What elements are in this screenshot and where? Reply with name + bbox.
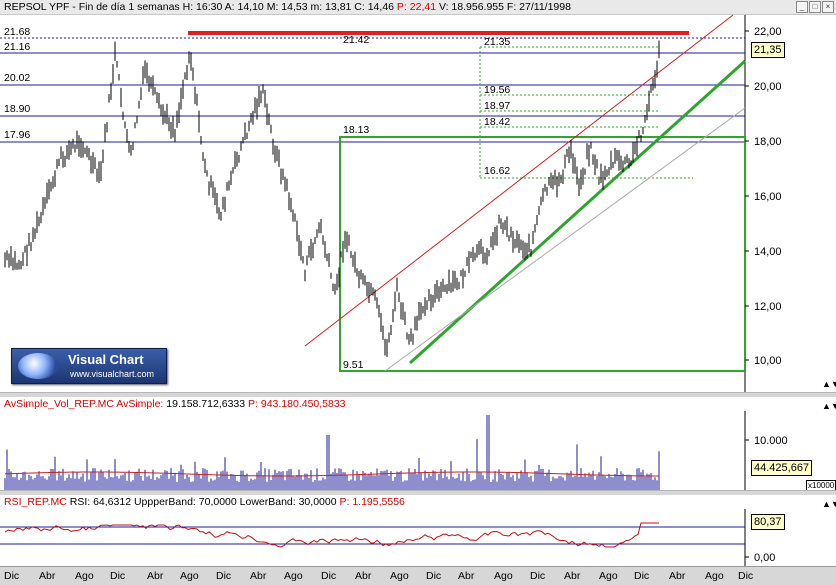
x-tick: Abr bbox=[147, 570, 164, 582]
annotation-21-35: 21.35 bbox=[484, 36, 510, 48]
x-tick: Ago bbox=[390, 570, 409, 582]
annotation-9-51: 9.51 bbox=[343, 359, 364, 371]
y-tick-14: 14,00 bbox=[754, 246, 782, 258]
x-tick: Ago bbox=[180, 570, 199, 582]
x-tick: Abr bbox=[564, 570, 581, 582]
volume-multiplier: x10000 bbox=[806, 480, 836, 490]
last-price-box: 21,35 bbox=[751, 42, 785, 58]
annotation-16-62: 16.62 bbox=[484, 165, 510, 177]
price-chart-pane: REPSOL YPF - Fin de día 1 semanas H: 16:… bbox=[0, 0, 836, 395]
x-tick: Abr bbox=[458, 570, 475, 582]
price-bars bbox=[4, 40, 660, 357]
x-tick: Dic bbox=[321, 570, 337, 582]
level-label-18-90: 18.90 bbox=[4, 103, 30, 115]
annotation-18-97: 18.97 bbox=[484, 100, 510, 112]
logo-url: www.visualchart.com bbox=[70, 369, 155, 379]
level-label-21-68: 21.68 bbox=[4, 26, 30, 38]
x-tick: Abr bbox=[355, 570, 372, 582]
range-box bbox=[339, 136, 746, 372]
x-tick: Dic bbox=[4, 570, 20, 582]
volume-y-tick: 10.000 bbox=[754, 435, 788, 447]
annotation-21-42: 21.42 bbox=[343, 34, 369, 46]
level-label-17-96: 17.96 bbox=[4, 129, 30, 141]
rsi-scroll-icon[interactable]: ▲▼ bbox=[822, 499, 836, 509]
volume-pane: AvSimple_Vol_REP.MC AvSimple: 19.158.712… bbox=[0, 397, 836, 490]
volume-bars bbox=[4, 415, 660, 490]
x-tick: Dic bbox=[738, 570, 754, 582]
rsi-y-tick: 0,00 bbox=[754, 552, 775, 564]
x-tick: Ago bbox=[599, 570, 618, 582]
price-axis-ticks: 22,00 20,00 18,00 16,00 14,00 12,00 10,0… bbox=[745, 26, 782, 367]
lower-trend-line bbox=[408, 59, 747, 365]
time-axis[interactable]: Dic Abr Ago Dic Abr Ago Dic Abr Ago Dic … bbox=[0, 566, 836, 585]
x-tick: Abr bbox=[250, 570, 267, 582]
rsi-value-box: 80,37 bbox=[751, 514, 785, 530]
y-tick-20: 20,00 bbox=[754, 81, 782, 93]
level-label-21-16: 21.16 bbox=[4, 41, 30, 53]
y-tick-16: 16,00 bbox=[754, 191, 782, 203]
annotation-18-42: 18.42 bbox=[484, 116, 510, 128]
y-tick-18: 18,00 bbox=[754, 136, 782, 148]
volume-canvas[interactable]: 10.000 ▲▼ bbox=[0, 397, 836, 490]
x-tick: Dic bbox=[216, 570, 232, 582]
y-tick-22: 22,00 bbox=[754, 26, 782, 38]
x-tick: Abr bbox=[669, 570, 686, 582]
x-tick: Abr bbox=[39, 570, 56, 582]
y-tick-10: 10,00 bbox=[754, 355, 782, 367]
annotation-19-56: 19.56 bbox=[484, 84, 510, 96]
level-label-20-02: 20.02 bbox=[4, 72, 30, 84]
x-tick: Dic bbox=[530, 570, 546, 582]
logo-title: Visual Chart bbox=[68, 352, 144, 367]
x-tick: Ago bbox=[284, 570, 303, 582]
x-tick: Ago bbox=[494, 570, 513, 582]
volume-scroll-icon[interactable]: ▲▼ bbox=[822, 401, 836, 411]
x-tick: Ago bbox=[75, 570, 94, 582]
gray-trend-line bbox=[384, 107, 746, 372]
rsi-pane: RSI_REP.MC RSI: 64,6312 UppperBand: 70,0… bbox=[0, 495, 836, 566]
scroll-arrows-icon[interactable]: ▲▼ bbox=[822, 379, 836, 389]
annotation-18-13: 18.13 bbox=[343, 124, 369, 136]
volume-value-box: 44.425,667 bbox=[751, 460, 813, 476]
price-chart-canvas[interactable]: 21.68 21.16 20.02 18.90 17.96 21.42 21.3… bbox=[0, 0, 836, 395]
x-tick: Dic bbox=[110, 570, 126, 582]
x-tick: Ago bbox=[705, 570, 724, 582]
logo-orb-icon bbox=[18, 353, 58, 379]
visual-chart-logo: Visual Chart www.visualchart.com bbox=[11, 348, 167, 384]
rsi-canvas[interactable]: 0,00 ▲▼ bbox=[0, 495, 836, 566]
y-tick-12: 12,00 bbox=[754, 301, 782, 313]
x-tick: Dic bbox=[634, 570, 650, 582]
x-tick: Dic bbox=[426, 570, 442, 582]
